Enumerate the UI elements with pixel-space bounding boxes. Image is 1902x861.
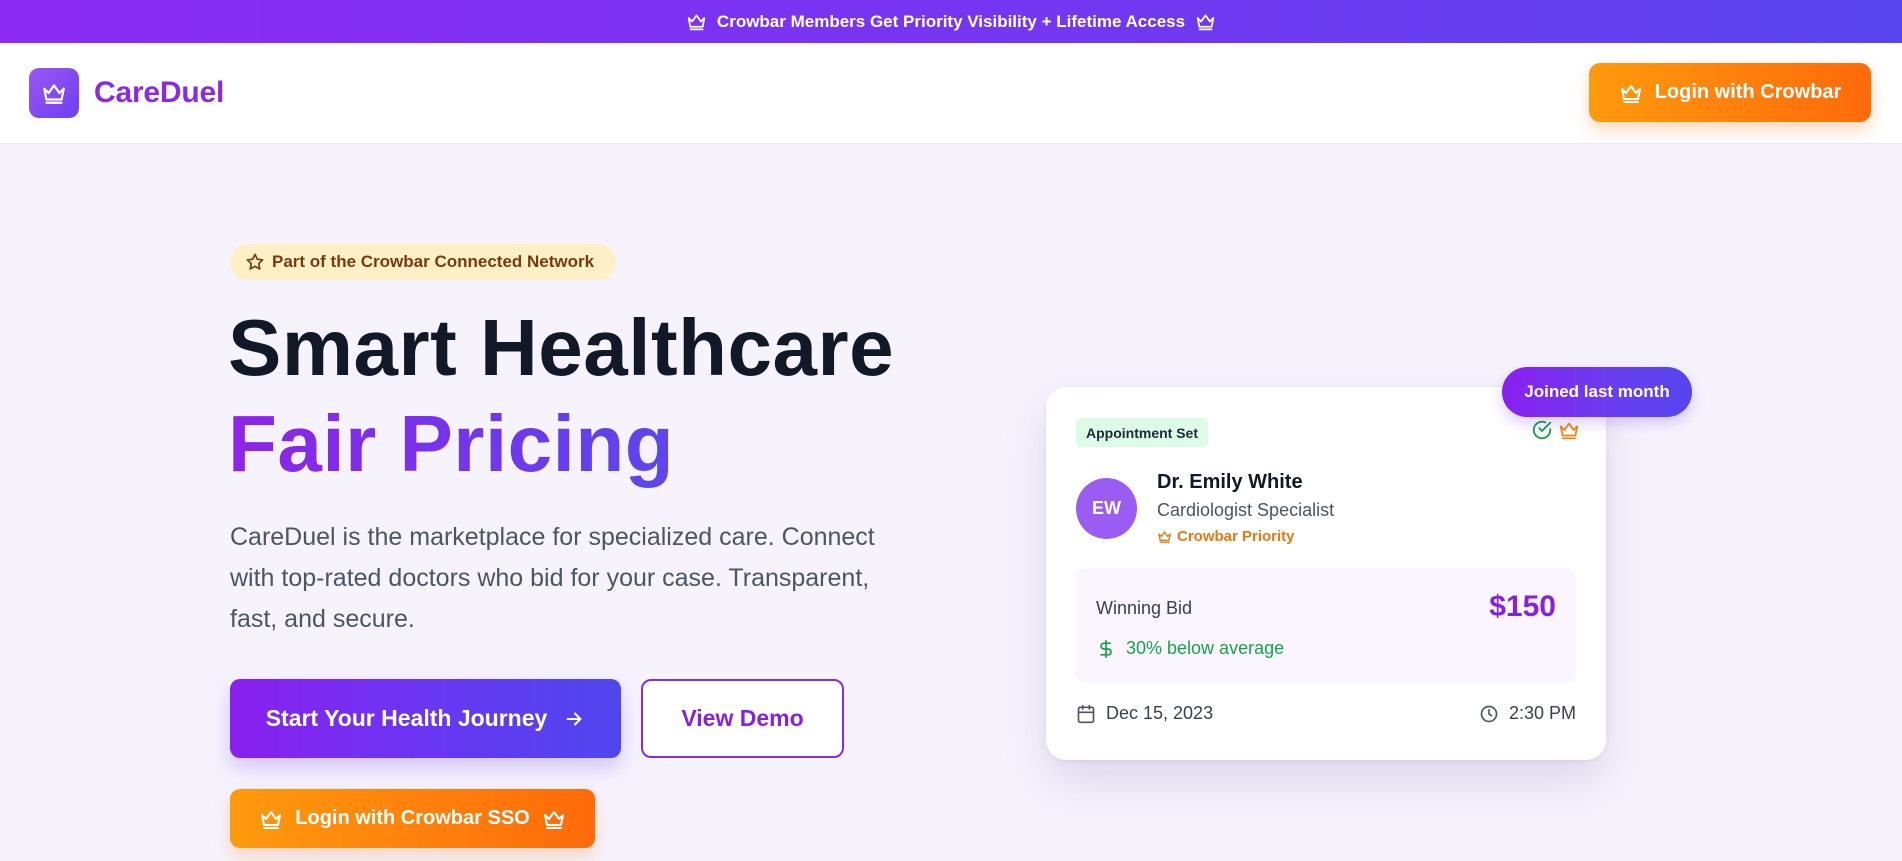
date-text: Dec 15, 2023: [1106, 703, 1214, 723]
winning-bid-panel: Winning Bid $150 30% below average: [1076, 568, 1576, 683]
login-button-label: Login with Crowbar: [1654, 81, 1842, 103]
view-demo-button[interactable]: View Demo: [641, 679, 844, 758]
winning-bid-amount: $150: [1489, 590, 1556, 623]
crown-icon: [41, 80, 67, 106]
hero-description: CareDuel is the marketplace for speciali…: [230, 523, 875, 633]
dollar-icon: [1096, 639, 1116, 659]
avatar: EW: [1076, 478, 1137, 539]
crown-icon: [1195, 11, 1216, 32]
headline-line-1: Smart Healthcare: [228, 303, 895, 392]
hero-headline: Smart Healthcare Fair Pricing: [228, 300, 894, 492]
check-circle-icon: [1531, 419, 1553, 441]
crown-icon: [1157, 529, 1172, 544]
appointment-time: 2:30 PM: [1479, 703, 1576, 724]
login-with-crowbar-sso-button[interactable]: Login with Crowbar SSO: [230, 789, 595, 848]
crown-icon: [686, 11, 707, 32]
doctor-name: Dr. Emily White: [1157, 471, 1303, 493]
crown-icon: [1558, 419, 1580, 441]
sso-cta-label: Login with Crowbar SSO: [295, 807, 530, 829]
appointment-card: Appointment Set EW Dr. Emily White Cardi…: [1046, 387, 1606, 760]
card-status-icons: [1531, 419, 1580, 441]
headline-line-2: Fair Pricing: [228, 396, 674, 492]
crown-icon: [542, 807, 566, 831]
savings-note: 30% below average: [1096, 638, 1284, 659]
time-text: 2:30 PM: [1508, 703, 1576, 723]
winning-bid-label: Winning Bid: [1096, 598, 1193, 618]
clock-icon: [1479, 704, 1499, 724]
appointment-date: Dec 15, 2023: [1076, 703, 1213, 724]
crown-icon: [259, 807, 283, 831]
primary-cta-label: Start Your Health Journey: [265, 705, 548, 731]
brand-name[interactable]: CareDuel: [94, 76, 224, 110]
star-icon: [245, 252, 265, 272]
savings-text: 30% below average: [1126, 638, 1285, 658]
crown-icon: [1619, 81, 1643, 105]
navbar: CareDuel Login with Crowbar: [0, 43, 1902, 144]
priority-badge: Crowbar Priority: [1157, 528, 1295, 545]
status-badge: Appointment Set: [1076, 418, 1208, 447]
logo[interactable]: [29, 68, 79, 118]
network-badge: Part of the Crowbar Connected Network: [230, 244, 616, 280]
promo-banner-text: Crowbar Members Get Priority Visibility …: [716, 11, 1186, 31]
login-with-crowbar-button[interactable]: Login with Crowbar: [1589, 63, 1871, 122]
network-badge-text: Part of the Crowbar Connected Network: [272, 252, 595, 271]
calendar-icon: [1076, 704, 1096, 724]
arrow-right-icon: [563, 708, 585, 730]
doctor-specialty: Cardiologist Specialist: [1157, 500, 1335, 520]
promo-banner: Crowbar Members Get Priority Visibility …: [0, 0, 1902, 43]
priority-label: Crowbar Priority: [1177, 528, 1295, 545]
start-health-journey-button[interactable]: Start Your Health Journey: [230, 679, 621, 758]
joined-badge: Joined last month: [1502, 367, 1692, 417]
